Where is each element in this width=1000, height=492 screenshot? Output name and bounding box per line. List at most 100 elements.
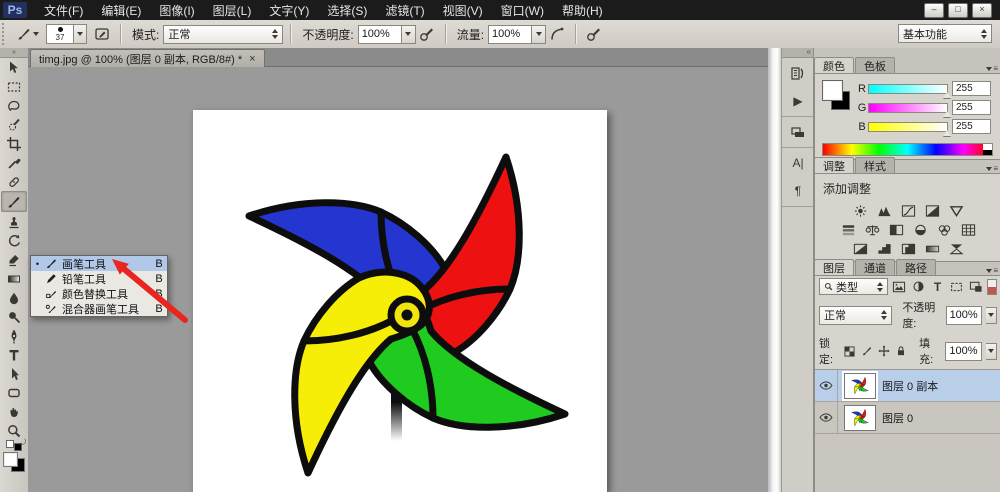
- options-grip[interactable]: [2, 23, 8, 45]
- menu-help[interactable]: 帮助(H): [553, 0, 612, 20]
- brush-tool[interactable]: [1, 191, 27, 212]
- minimize-button[interactable]: –: [924, 3, 944, 18]
- flyout-item-brush[interactable]: • 画笔工具 B: [31, 256, 167, 271]
- channel-mixer-icon[interactable]: [936, 223, 953, 237]
- clone-stamp-tool[interactable]: [2, 212, 26, 231]
- expand-panels-button[interactable]: «: [782, 48, 814, 58]
- brush-size-picker[interactable]: 37: [46, 24, 87, 44]
- flow-dropdown[interactable]: [532, 25, 546, 44]
- menu-filter[interactable]: 滤镜(T): [376, 0, 433, 20]
- filter-smart-objects-icon[interactable]: [968, 279, 983, 294]
- eraser-tool[interactable]: [2, 250, 26, 269]
- layer-thumbnail[interactable]: [844, 373, 876, 399]
- character-panel-icon[interactable]: A|: [787, 154, 809, 172]
- pen-tool[interactable]: [2, 326, 26, 345]
- foreground-color-swatch[interactable]: [822, 80, 843, 101]
- hand-tool[interactable]: [2, 402, 26, 421]
- layer-name[interactable]: 图层 0 副本: [882, 378, 938, 394]
- history-brush-tool[interactable]: [2, 231, 26, 250]
- flow-input[interactable]: 100%: [488, 25, 532, 44]
- layer-filter-toggle[interactable]: [987, 279, 997, 295]
- color-spectrum-ramp[interactable]: [822, 143, 993, 156]
- tab-color[interactable]: 颜色: [814, 57, 854, 73]
- curves-icon[interactable]: [900, 204, 917, 218]
- airbrush-button[interactable]: [546, 24, 568, 44]
- toggle-brush-panel-button[interactable]: [91, 24, 113, 44]
- blue-slider[interactable]: [868, 122, 948, 132]
- maximize-button[interactable]: □: [948, 3, 968, 18]
- lock-pixels-icon[interactable]: [860, 344, 873, 359]
- layer-fill-input[interactable]: 100%: [945, 342, 981, 361]
- layer-opacity-dropdown[interactable]: [986, 307, 997, 324]
- layer-row-copy[interactable]: 图层 0 副本: [815, 370, 1000, 402]
- layer-fill-dropdown[interactable]: [986, 343, 998, 360]
- layer-row-original[interactable]: 图层 0: [815, 402, 1000, 434]
- tab-layers[interactable]: 图层: [814, 259, 854, 275]
- posterize-icon[interactable]: [876, 242, 893, 256]
- opacity-dropdown[interactable]: [402, 25, 416, 44]
- foreground-color-swatch[interactable]: [3, 452, 18, 467]
- filter-type-select[interactable]: 类型: [819, 278, 888, 295]
- lock-transparency-icon[interactable]: [843, 344, 856, 359]
- layer-name[interactable]: 图层 0: [882, 410, 913, 426]
- move-tool[interactable]: [2, 58, 26, 77]
- marquee-tool[interactable]: [2, 77, 26, 96]
- blue-slider-thumb[interactable]: [943, 130, 951, 136]
- tab-styles[interactable]: 样式: [855, 157, 895, 173]
- eyedropper-tool[interactable]: [2, 153, 26, 172]
- dodge-tool[interactable]: [2, 307, 26, 326]
- visibility-toggle[interactable]: [815, 402, 838, 433]
- menu-edit[interactable]: 编辑(E): [92, 0, 150, 20]
- black-white-icon[interactable]: [888, 223, 905, 237]
- shape-tool[interactable]: [2, 383, 26, 402]
- brush-size-dropdown[interactable]: [74, 24, 87, 44]
- healing-brush-tool[interactable]: [2, 172, 26, 191]
- layer-opacity-input[interactable]: 100%: [946, 306, 982, 325]
- clone-source-panel-icon[interactable]: [787, 123, 809, 141]
- filter-pixel-layers-icon[interactable]: [892, 279, 907, 294]
- document-tab[interactable]: timg.jpg @ 100% (图层 0 副本, RGB/8#) * ×: [30, 49, 265, 67]
- color-balance-icon[interactable]: [864, 223, 881, 237]
- photo-filter-icon[interactable]: [912, 223, 929, 237]
- lock-all-icon[interactable]: [894, 344, 907, 359]
- tab-close-icon[interactable]: ×: [249, 53, 255, 65]
- layer-blend-mode-select[interactable]: 正常: [819, 306, 892, 325]
- menu-type[interactable]: 文字(Y): [260, 0, 318, 20]
- close-button[interactable]: ×: [972, 3, 992, 18]
- filter-shape-layers-icon[interactable]: [949, 279, 964, 294]
- red-slider-thumb[interactable]: [943, 92, 951, 98]
- path-select-tool[interactable]: [2, 364, 26, 383]
- lock-position-icon[interactable]: [877, 344, 890, 359]
- green-slider-thumb[interactable]: [943, 111, 951, 117]
- type-tool[interactable]: [2, 345, 26, 364]
- brush-presets-panel-icon[interactable]: [787, 64, 809, 82]
- gradient-map-icon[interactable]: [924, 242, 941, 256]
- flyout-item-mixer-brush[interactable]: 混合器画笔工具 B: [31, 301, 167, 316]
- vibrance-icon[interactable]: [948, 204, 965, 218]
- pressure-size-button[interactable]: [583, 24, 605, 44]
- crop-tool[interactable]: [2, 134, 26, 153]
- filter-type-layers-icon[interactable]: T: [930, 279, 945, 294]
- tab-swatches[interactable]: 色板: [855, 57, 895, 73]
- menu-file[interactable]: 文件(F): [35, 0, 92, 20]
- actions-panel-icon[interactable]: ▶: [787, 92, 809, 110]
- workspace-switcher[interactable]: 基本功能: [898, 24, 992, 43]
- quick-select-tool[interactable]: [2, 115, 26, 134]
- panel-menu-icon[interactable]: ≡: [986, 64, 998, 73]
- tab-adjustments[interactable]: 调整: [814, 157, 854, 173]
- canvas[interactable]: [193, 110, 607, 492]
- flyout-item-color-replacement[interactable]: 颜色替换工具 B: [31, 286, 167, 301]
- paragraph-panel-icon[interactable]: ¶: [787, 182, 809, 200]
- green-slider[interactable]: [868, 103, 948, 113]
- green-value[interactable]: 255: [952, 100, 991, 115]
- menu-image[interactable]: 图像(I): [150, 0, 203, 20]
- tab-paths[interactable]: 路径: [896, 259, 936, 275]
- opacity-input[interactable]: 100%: [358, 25, 402, 44]
- tab-channels[interactable]: 通道: [855, 259, 895, 275]
- invert-icon[interactable]: [852, 242, 869, 256]
- spectrum-bw-swatches[interactable]: [983, 144, 992, 155]
- menu-view[interactable]: 视图(V): [434, 0, 492, 20]
- panel-menu-icon[interactable]: ≡: [986, 164, 998, 173]
- red-value[interactable]: 255: [952, 81, 991, 96]
- red-slider[interactable]: [868, 84, 948, 94]
